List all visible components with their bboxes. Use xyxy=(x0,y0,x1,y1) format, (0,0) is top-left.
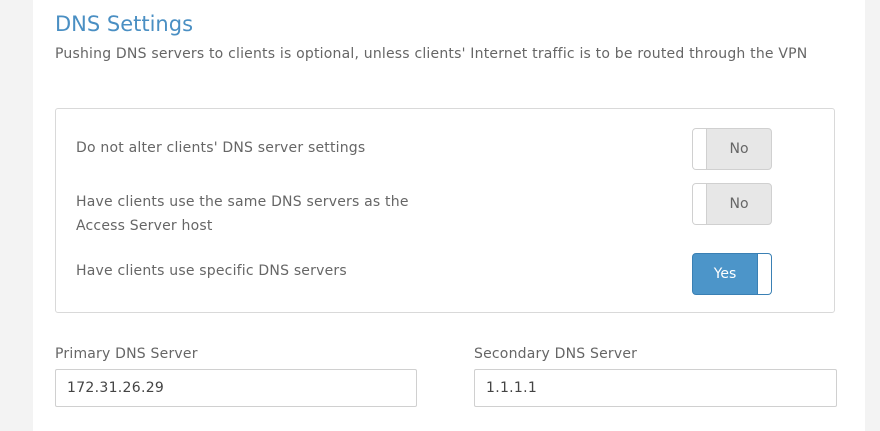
toggle-knob xyxy=(693,129,707,169)
toggle-knob xyxy=(693,184,707,224)
option-label-do-not-alter: Do not alter clients' DNS server setting… xyxy=(76,140,366,156)
secondary-dns-input[interactable] xyxy=(474,369,837,407)
toggle-do-not-alter[interactable]: No xyxy=(692,128,772,170)
option-label-same-dns-line2: Access Server host xyxy=(76,218,213,234)
toggle-label: No xyxy=(729,196,749,212)
secondary-dns-label: Secondary DNS Server xyxy=(474,346,638,362)
option-label-same-dns-line1: Have clients use the same DNS servers as… xyxy=(76,194,409,210)
toggle-same-dns[interactable]: No xyxy=(692,183,772,225)
toggle-label: No xyxy=(729,141,749,157)
option-label-same-dns: Have clients use the same DNS servers as… xyxy=(76,190,409,238)
option-label-specific-dns: Have clients use specific DNS servers xyxy=(76,263,347,279)
toggle-knob xyxy=(757,254,771,294)
section-description: Pushing DNS servers to clients is option… xyxy=(55,46,808,62)
primary-dns-label: Primary DNS Server xyxy=(55,346,198,362)
toggle-label: Yes xyxy=(713,266,737,282)
section-title: DNS Settings xyxy=(55,12,194,36)
toggle-specific-dns[interactable]: Yes xyxy=(692,253,772,295)
dns-options-box: Do not alter clients' DNS server setting… xyxy=(55,108,835,313)
primary-dns-input[interactable] xyxy=(55,369,417,407)
